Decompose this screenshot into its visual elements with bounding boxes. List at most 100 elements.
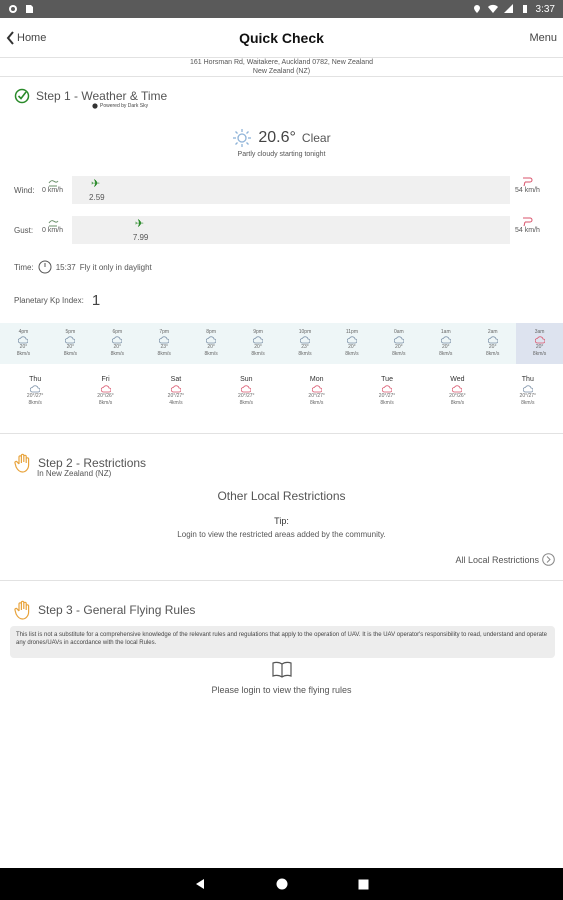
- nav-back-icon[interactable]: [194, 878, 206, 890]
- all-local-restrictions-link[interactable]: All Local Restrictions: [455, 553, 555, 566]
- cloud-icon: [241, 385, 252, 393]
- hourly-item[interactable]: 1am 20° 8km/s: [422, 323, 469, 364]
- hour-temp: 20°: [348, 344, 356, 350]
- kp-value: 1: [91, 292, 101, 309]
- wind-label: Wind:: [14, 186, 35, 195]
- gust-value: 7.99: [132, 233, 149, 242]
- wind-min: 0 km/h: [42, 175, 63, 194]
- hour-time: 4pm: [18, 329, 29, 335]
- divider: [0, 433, 563, 434]
- calm-wind-icon: [48, 220, 58, 227]
- hour-temp: 20°: [66, 344, 75, 350]
- day-temp: 20°/27°: [238, 393, 255, 399]
- time-note: Fly it only in daylight: [79, 262, 152, 272]
- cloud-icon: [534, 336, 545, 344]
- book-icon-wrap: [0, 661, 563, 684]
- cloud-icon: [65, 336, 76, 344]
- hourly-forecast[interactable]: 4pm 20° 8km/s 5pm 20° 8km/s 6pm 20° 8km/s 7pm 23° 8…: [0, 323, 563, 364]
- nav-recents-icon[interactable]: [358, 879, 369, 890]
- wind-max: 54 km/h: [515, 175, 540, 194]
- cloud-icon: [299, 336, 310, 344]
- hour-wind: 8km/s: [486, 351, 500, 357]
- cloud-icon: [487, 336, 498, 344]
- daily-forecast[interactable]: Thu 20°/27° 8km/s Fri 20°/26° 8km/s Sat 20°/27°…: [0, 376, 563, 407]
- cloud-icon: [440, 336, 451, 344]
- temperature: 20.6°: [258, 129, 296, 146]
- day-temp: 20°/26°: [449, 393, 466, 399]
- system-nav-bar: [0, 868, 563, 900]
- day-name: Thu: [29, 376, 42, 383]
- all-local-restrictions-label: All Local Restrictions: [455, 554, 539, 565]
- wind-min-label: 0 km/h: [42, 187, 64, 194]
- hourly-item[interactable]: 6pm 20° 8km/s: [94, 323, 141, 364]
- cloud-icon: [382, 385, 393, 393]
- wifi-icon: [487, 4, 498, 14]
- status-time: 3:37: [535, 3, 555, 15]
- other-restrictions-title: Other Local Restrictions: [217, 489, 346, 503]
- hand-icon: [14, 453, 30, 473]
- daily-item[interactable]: Thu 20°/27° 8km/s: [493, 376, 563, 407]
- daily-item[interactable]: Thu 20°/27° 8km/s: [0, 376, 70, 407]
- daily-item[interactable]: Fri 20°/26° 8km/s: [70, 376, 140, 407]
- cloud-icon: [30, 385, 41, 393]
- day-wind: 8km/s: [310, 400, 324, 406]
- day-wind: 8km/s: [98, 400, 113, 406]
- wind-value: 2.59: [89, 193, 105, 202]
- chevron-right-circle-icon: [542, 553, 555, 566]
- day-name: Mon: [309, 376, 324, 383]
- hourly-item[interactable]: 8pm 20° 8km/s: [188, 323, 235, 364]
- hourly-item[interactable]: 2am 20° 8km/s: [469, 323, 516, 364]
- hourly-item[interactable]: 4pm 20° 8km/s: [0, 323, 47, 364]
- day-temp: 20°/27°: [167, 393, 185, 399]
- address-line1: 161 Horsman Rd, Waitakere, Auckland 0782…: [189, 59, 373, 66]
- hour-wind: 8km/s: [345, 351, 359, 357]
- cloud-icon: [311, 385, 322, 393]
- hourly-item[interactable]: 9pm 20° 8km/s: [235, 323, 282, 364]
- hour-wind: 8km/s: [157, 351, 171, 357]
- day-wind: 4km/s: [169, 400, 183, 406]
- back-button[interactable]: Home: [6, 30, 46, 45]
- day-wind: 8km/s: [380, 400, 394, 406]
- powered-by-label: Powered by Dark Sky: [100, 103, 149, 109]
- hour-temp: 20°: [254, 344, 262, 350]
- gust-min-label: 0 km/h: [42, 227, 64, 234]
- daily-item[interactable]: Sun 20°/27° 8km/s: [211, 376, 281, 407]
- day-name: Sat: [170, 376, 182, 383]
- powered-by[interactable]: Powered by Dark Sky: [92, 103, 148, 109]
- daily-item[interactable]: Tue 20°/27° 8km/s: [352, 376, 422, 407]
- day-temp: 20°/27°: [308, 393, 325, 399]
- condition: Clear: [301, 131, 331, 145]
- hourly-item[interactable]: 11pm 20° 8km/s: [328, 323, 375, 364]
- menu-button[interactable]: Menu: [529, 32, 557, 44]
- clock-icon: [38, 260, 52, 274]
- step3-header: Step 3 - General Flying Rules: [14, 600, 195, 620]
- hour-time: 2am: [487, 329, 498, 335]
- hourly-item[interactable]: 10pm 23° 8km/s: [282, 323, 329, 364]
- hour-wind: 8km/s: [392, 351, 406, 357]
- day-name: Tue: [381, 376, 393, 383]
- hour-time: 6pm: [112, 329, 123, 335]
- address-line2: New Zealand (NZ): [252, 68, 311, 75]
- cloud-icon: [100, 385, 111, 393]
- hourly-item[interactable]: 3am 20° 8km/s: [516, 323, 563, 364]
- hourly-item[interactable]: 7pm 23° 8km/s: [141, 323, 188, 364]
- hourly-item[interactable]: 5pm 20° 8km/s: [47, 323, 94, 364]
- hour-time: 1am: [440, 329, 451, 335]
- nav-home-icon[interactable]: [276, 878, 288, 890]
- darksky-logo-icon: [92, 103, 98, 109]
- hour-time: 7pm: [159, 329, 170, 335]
- strong-wind-icon: [523, 177, 533, 187]
- daily-item[interactable]: Wed 20°/26° 8km/s: [422, 376, 492, 407]
- daily-item[interactable]: Mon 20°/27° 8km/s: [282, 376, 352, 407]
- day-name: Thu: [521, 376, 534, 383]
- gust-plane-icon: ✈: [134, 218, 145, 230]
- day-temp: 20°/27°: [519, 393, 537, 399]
- daily-item[interactable]: Sat 20°/27° 4km/s: [141, 376, 211, 407]
- chevron-left-icon: [6, 30, 14, 45]
- hour-temp: 20°: [535, 344, 544, 350]
- hourly-item[interactable]: 0am 20° 8km/s: [375, 323, 422, 364]
- step1-header: Step 1 - Weather & Time: [14, 88, 167, 104]
- divider: [0, 580, 563, 581]
- hour-time: 10pm: [298, 329, 312, 335]
- time-value: 15:37: [55, 262, 76, 272]
